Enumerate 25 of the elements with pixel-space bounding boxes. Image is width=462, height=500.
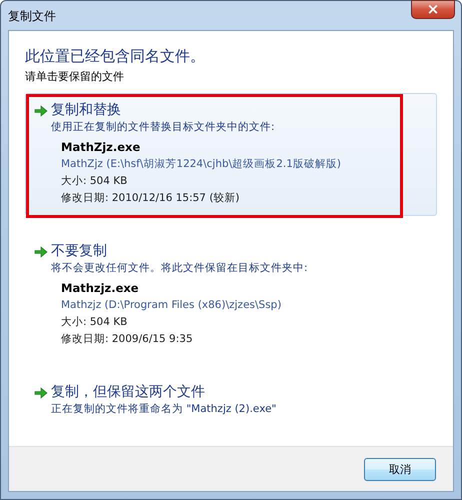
- option-title: 不要复制: [51, 242, 107, 261]
- file-date: 修改日期: 2010/12/16 15:57 (较新): [61, 191, 241, 206]
- option-description: 将不会更改任何文件。将此文件保留在目标文件夹中:: [51, 261, 309, 276]
- close-button[interactable]: ×: [411, 0, 455, 19]
- file-size: 大小: 504 KB: [61, 174, 128, 189]
- dialog-heading: 此位置已经包含同名文件。: [25, 46, 206, 66]
- option-title: 复制和替换: [51, 101, 121, 120]
- instruction-text: 请单击要保留的文件: [25, 69, 125, 85]
- arrow-icon: [34, 386, 48, 400]
- file-date: 修改日期: 2009/6/15 9:35: [61, 332, 194, 347]
- cancel-button[interactable]: 取消: [364, 458, 436, 480]
- window-title: 复制文件: [8, 8, 56, 25]
- arrow-icon: [34, 104, 48, 118]
- file-name: Mathzjz.exe: [61, 280, 140, 297]
- option-description: 正在复制的文件将重命名为 "Mathzjz (2).exe": [51, 402, 278, 417]
- file-path: Mathzjz (D:\Program Files (x86)\zjzes\Ssp): [61, 298, 282, 313]
- file-name: MathZjz.exe: [61, 139, 142, 156]
- option-item[interactable]: 复制和替换 使用正在复制的文件替换目标文件夹中的文件: MathZjz.exe MathZjz (E:\hsf\胡淑芳1224\cjhb\超级画板2.1版破解版) 大小: 504 KB 修改日期: 2010/12/16 15:57 (较新): [25, 93, 437, 216]
- file-size: 大小: 504 KB: [61, 315, 128, 330]
- option-item[interactable]: 复制，但保留这两个文件 正在复制的文件将重命名为 "Mathzjz (2).exe": [25, 375, 437, 426]
- option-description: 使用正在复制的文件替换目标文件夹中的文件:: [51, 120, 276, 135]
- arrow-icon: [34, 244, 48, 258]
- file-path: MathZjz (E:\hsf\胡淑芳1224\cjhb\超级画板2.1版破解版): [61, 157, 342, 172]
- option-title: 复制，但保留这两个文件: [51, 383, 205, 402]
- option-item[interactable]: 不要复制 将不会更改任何文件。将此文件保留在目标文件夹中: Mathzjz.exe Mathzjz (D:\Program Files (x86)\zjzes\Ssp) 大小: 504 KB 修改日期: 2009/6/15 9:35: [25, 234, 437, 357]
